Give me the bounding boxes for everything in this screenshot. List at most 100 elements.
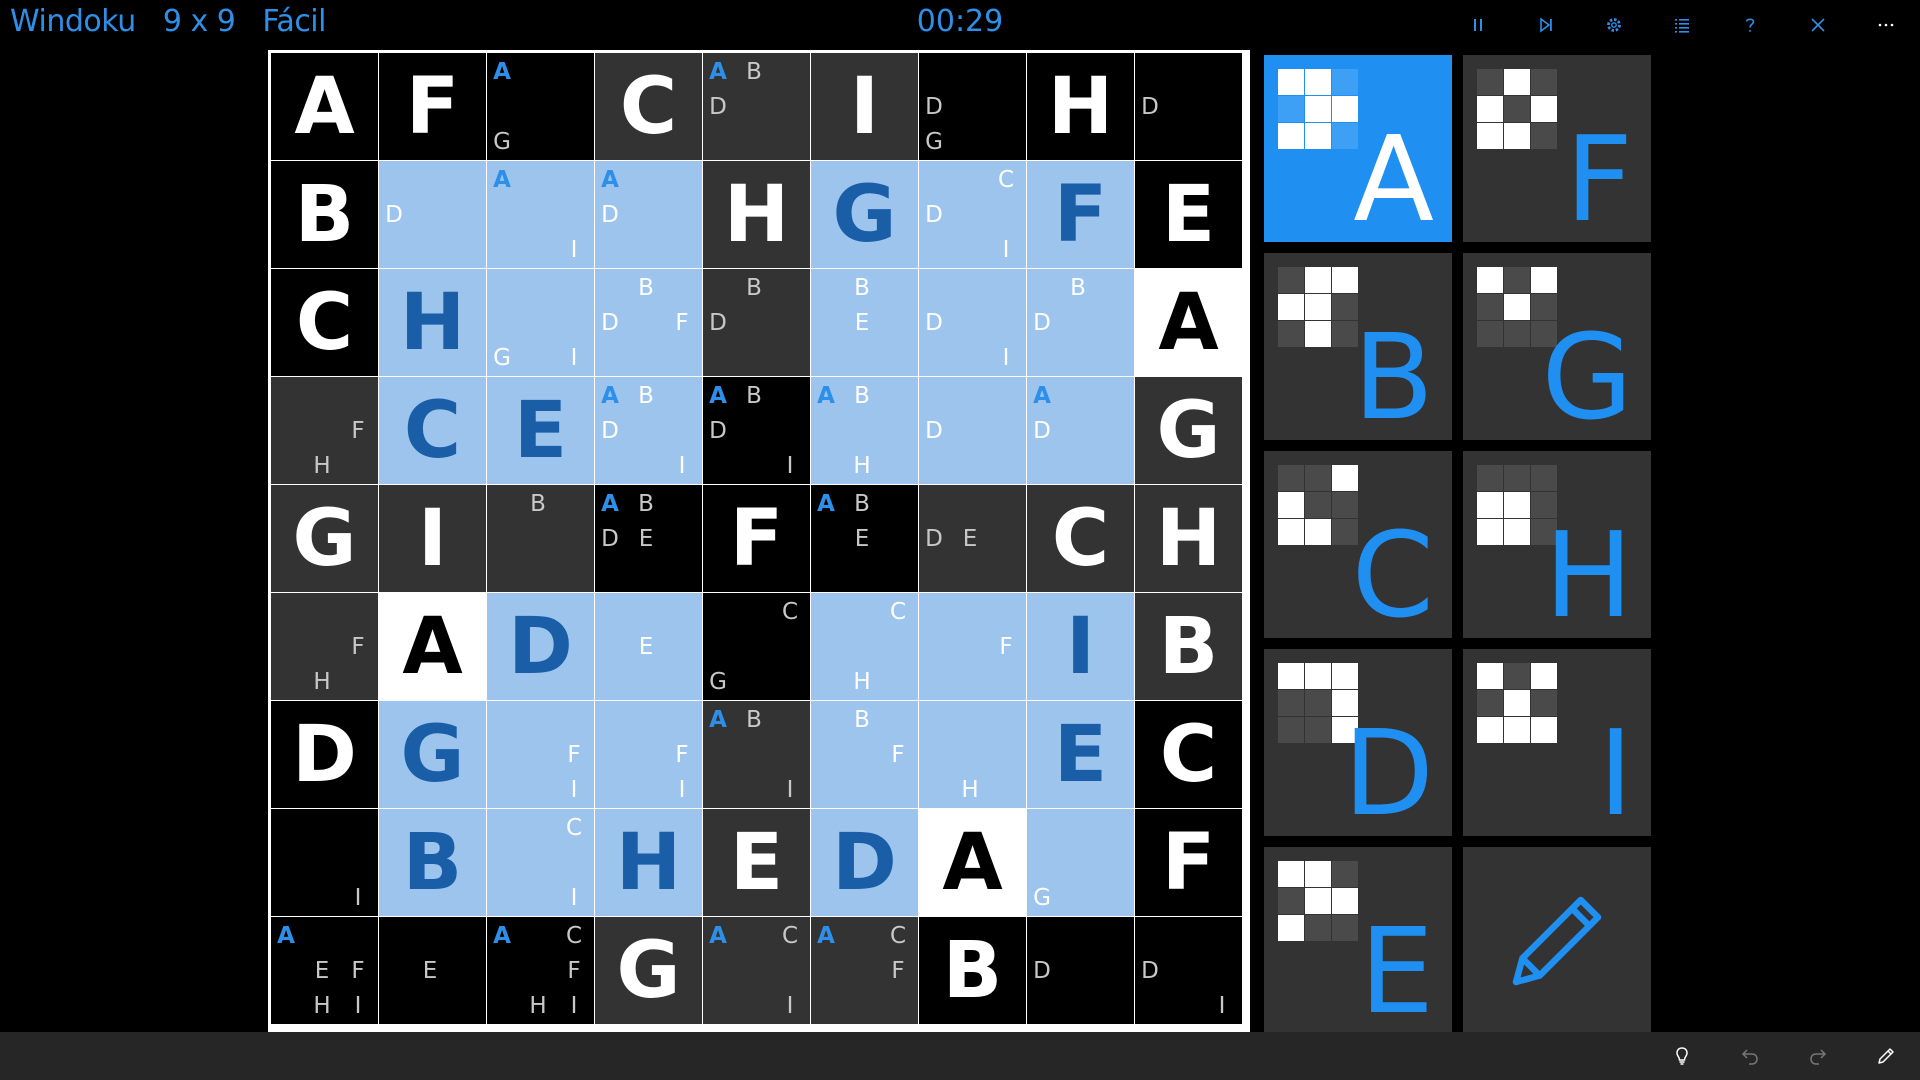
board-cell[interactable]: G (811, 161, 918, 268)
board-cell[interactable]: F (919, 593, 1026, 700)
board-cell[interactable]: A (271, 53, 378, 160)
board-cell[interactable]: FH (271, 593, 378, 700)
board-cell[interactable]: F (1135, 809, 1242, 916)
board-cell[interactable]: AB H (811, 377, 918, 484)
step-forward-button[interactable] (1512, 0, 1580, 50)
board-cell[interactable]: DE (919, 485, 1026, 592)
settings-button[interactable] (1580, 0, 1648, 50)
board-cell[interactable]: E (1027, 701, 1134, 808)
board-cell[interactable]: DG (919, 53, 1026, 160)
board-cell[interactable]: D (811, 809, 918, 916)
board-cell[interactable]: B (1135, 593, 1242, 700)
letter-tile-e[interactable]: E (1264, 847, 1452, 1034)
letter-tile-a[interactable]: A (1264, 55, 1452, 242)
board-cell[interactable]: ABD I (595, 377, 702, 484)
help-button[interactable] (1716, 0, 1784, 50)
board-cell[interactable]: GI (487, 269, 594, 376)
board-cell[interactable]: G (1027, 809, 1134, 916)
board-cell[interactable]: I (379, 485, 486, 592)
board-cell[interactable]: E (1135, 161, 1242, 268)
board-cell[interactable]: FH (271, 377, 378, 484)
board-cell[interactable]: C (379, 377, 486, 484)
board-cell[interactable]: C (1027, 485, 1134, 592)
board-cell[interactable]: D (1135, 53, 1242, 160)
board-cell[interactable]: FI (595, 701, 702, 808)
board-cell[interactable]: AB I (703, 701, 810, 808)
board-cell[interactable]: C (595, 53, 702, 160)
board-cell[interactable]: E (703, 809, 810, 916)
board-cell[interactable]: C (1135, 701, 1242, 808)
undo-button[interactable] (1716, 1032, 1784, 1080)
letter-tile-g[interactable]: G (1463, 253, 1651, 440)
board-cell[interactable]: G (1135, 377, 1242, 484)
board-cell[interactable]: BD (1027, 269, 1134, 376)
board-cell[interactable]: ABD (703, 53, 810, 160)
board-cell[interactable]: D (919, 377, 1026, 484)
board-cell[interactable]: AD (1027, 377, 1134, 484)
board-cell[interactable]: A (1135, 269, 1242, 376)
board-cell[interactable]: BE (811, 269, 918, 376)
board-cell[interactable]: DI (919, 269, 1026, 376)
board-cell[interactable]: H (595, 809, 702, 916)
board-cell[interactable]: G (379, 701, 486, 808)
board-cell[interactable]: A (379, 593, 486, 700)
board-cell[interactable]: CH (811, 593, 918, 700)
board-cell[interactable]: CG (703, 593, 810, 700)
hint-button[interactable] (1648, 1032, 1716, 1080)
board-cell[interactable]: E (595, 593, 702, 700)
board-cell[interactable]: FI (487, 701, 594, 808)
board-cell[interactable]: I (271, 809, 378, 916)
list-button[interactable] (1648, 0, 1716, 50)
board-cell[interactable]: ABDE (595, 485, 702, 592)
board-cell[interactable]: D (487, 593, 594, 700)
more-button[interactable] (1852, 0, 1920, 50)
board-cell[interactable]: G (271, 485, 378, 592)
letter-tile-c[interactable]: C (1264, 451, 1452, 638)
redo-button[interactable] (1784, 1032, 1852, 1080)
board-cell[interactable]: D (1027, 917, 1134, 1024)
board-cell[interactable]: AEFHI (271, 917, 378, 1024)
board-cell[interactable]: BF (811, 701, 918, 808)
board-cell[interactable]: G (595, 917, 702, 1024)
letter-tile-f[interactable]: F (1463, 55, 1651, 242)
board-cell[interactable]: B (271, 161, 378, 268)
board-cell[interactable]: BD (703, 269, 810, 376)
board-cell[interactable]: H (703, 161, 810, 268)
board-cell[interactable]: I (1027, 593, 1134, 700)
board-cell[interactable]: A CFHI (487, 917, 594, 1024)
letter-tile-b[interactable]: B (1264, 253, 1452, 440)
board-cell[interactable]: E (379, 917, 486, 1024)
board-cell[interactable]: CI (487, 809, 594, 916)
board-cell[interactable]: E (487, 377, 594, 484)
board-cell[interactable]: AD (595, 161, 702, 268)
board-cell[interactable]: F (379, 53, 486, 160)
board-cell[interactable]: A (919, 809, 1026, 916)
board-cell[interactable]: D (379, 161, 486, 268)
board-cell[interactable]: A C I (703, 917, 810, 1024)
board-cell[interactable]: B (379, 809, 486, 916)
board-cell[interactable]: BD F (595, 269, 702, 376)
board-cell[interactable]: D (271, 701, 378, 808)
pause-button[interactable] (1444, 0, 1512, 50)
board-cell[interactable]: ABD I (703, 377, 810, 484)
pencil-mode-button[interactable] (1852, 1032, 1920, 1080)
letter-tile-d[interactable]: D (1264, 649, 1452, 836)
board-cell[interactable]: H (1027, 53, 1134, 160)
board-cell[interactable]: B (919, 917, 1026, 1024)
board-cell[interactable]: H (379, 269, 486, 376)
board-cell[interactable]: AG (487, 53, 594, 160)
board-cell[interactable]: AI (487, 161, 594, 268)
board-cell[interactable]: F (703, 485, 810, 592)
letter-tile-h[interactable]: H (1463, 451, 1651, 638)
board-cell[interactable]: DI (1135, 917, 1242, 1024)
board-cell[interactable]: C D I (919, 161, 1026, 268)
board-cell[interactable]: I (811, 53, 918, 160)
board-cell[interactable]: ABE (811, 485, 918, 592)
board-cell[interactable]: A CF (811, 917, 918, 1024)
board-cell[interactable]: H (919, 701, 1026, 808)
board-cell[interactable]: H (1135, 485, 1242, 592)
close-button[interactable] (1784, 0, 1852, 50)
board-cell[interactable]: B (487, 485, 594, 592)
board-cell[interactable]: C (271, 269, 378, 376)
pencil-tile-button[interactable] (1463, 847, 1651, 1034)
